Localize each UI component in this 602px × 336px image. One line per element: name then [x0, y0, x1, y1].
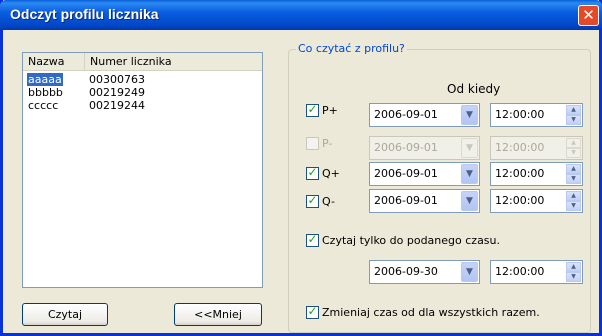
date-value: 2006-09-01: [374, 194, 438, 207]
date-picker-until[interactable]: 2006-09-30 ▼: [369, 260, 480, 284]
spin-down-icon[interactable]: ▼: [566, 115, 581, 125]
date-value: 2006-09-01: [374, 108, 438, 121]
close-icon: ✕: [582, 6, 595, 24]
time-spinner-p-minus[interactable]: 12:00:00 ▲ ▼: [490, 136, 583, 160]
dropdown-arrow-icon[interactable]: ▼: [461, 138, 478, 158]
label-p-plus: P+: [322, 104, 338, 117]
date-value: 2006-09-30: [374, 265, 438, 278]
time-value: 12:00:00: [495, 265, 545, 278]
check-mark-icon: ✓: [307, 165, 318, 179]
read-button[interactable]: Czytaj: [22, 303, 108, 326]
spin-down-icon[interactable]: ▼: [566, 148, 581, 158]
column-header-number[interactable]: Numer licznika: [85, 53, 262, 70]
from-header: Od kiedy: [447, 82, 501, 96]
time-value: 12:00:00: [495, 194, 545, 207]
list-item-name: bbbbb: [28, 86, 63, 99]
checkbox-p-minus[interactable]: [306, 137, 319, 150]
check-mark-icon: ✓: [307, 304, 318, 318]
group-title: Co czytać z profilu?: [296, 42, 407, 55]
check-mark-icon: ✓: [307, 232, 318, 246]
checkbox-q-minus[interactable]: ✓: [306, 193, 319, 208]
checkbox-q-plus[interactable]: ✓: [306, 165, 319, 180]
dropdown-arrow-icon[interactable]: ▼: [461, 191, 478, 211]
spin-up-icon[interactable]: ▲: [566, 262, 581, 272]
list-item-name: ccccc: [28, 99, 59, 112]
time-value: 12:00:00: [495, 108, 545, 121]
time-spinner-q-plus[interactable]: 12:00:00 ▲ ▼: [490, 162, 583, 186]
less-button[interactable]: <<Mniej: [174, 303, 262, 326]
list-item-number: 00300763: [89, 73, 145, 86]
time-spinner-until[interactable]: 12:00:00 ▲ ▼: [490, 260, 583, 284]
list-item[interactable]: bbbbb 00219249: [23, 86, 262, 99]
time-value: 12:00:00: [495, 141, 545, 154]
label-read-until: Czytaj tylko do podanego czasu.: [322, 234, 501, 247]
date-picker-q-plus[interactable]: 2006-09-01 ▼: [369, 162, 480, 186]
time-spinner-q-minus[interactable]: 12:00:00 ▲ ▼: [490, 189, 583, 213]
list-item-number: 00219249: [89, 86, 145, 99]
list-item-name: aaaaa: [27, 73, 63, 86]
check-mark-icon: ✓: [307, 102, 318, 116]
date-value: 2006-09-01: [374, 167, 438, 180]
label-q-minus: Q-: [322, 195, 335, 208]
label-p-minus: P-: [322, 137, 333, 150]
close-button[interactable]: ✕: [578, 5, 599, 26]
list-header: Nazwa Numer licznika: [23, 53, 262, 71]
list-item[interactable]: ccccc 00219244: [23, 99, 262, 112]
spin-up-icon[interactable]: ▲: [566, 191, 581, 201]
date-picker-p-plus[interactable]: 2006-09-01 ▼: [369, 103, 480, 127]
checkbox-read-until[interactable]: ✓: [306, 232, 319, 247]
check-mark-icon: ✓: [307, 193, 318, 207]
spin-up-icon[interactable]: ▲: [566, 105, 581, 115]
label-change-all: Zmieniaj czas od dla wszystkich razem.: [322, 306, 540, 319]
spin-up-icon[interactable]: ▲: [566, 164, 581, 174]
window-title: Odczyt profilu licznika: [10, 6, 159, 22]
label-q-plus: Q+: [322, 167, 340, 180]
column-header-name[interactable]: Nazwa: [23, 53, 85, 70]
title-bar[interactable]: Odczyt profilu licznika ✕: [0, 0, 602, 30]
dropdown-arrow-icon[interactable]: ▼: [461, 262, 478, 282]
date-value: 2006-09-01: [374, 141, 438, 154]
spin-down-icon[interactable]: ▼: [566, 272, 581, 282]
dropdown-arrow-icon[interactable]: ▼: [461, 164, 478, 184]
time-spinner-p-plus[interactable]: 12:00:00 ▲ ▼: [490, 103, 583, 127]
date-picker-q-minus[interactable]: 2006-09-01 ▼: [369, 189, 480, 213]
spin-down-icon[interactable]: ▼: [566, 201, 581, 211]
spin-down-icon[interactable]: ▼: [566, 174, 581, 184]
spin-up-icon[interactable]: ▲: [566, 138, 581, 148]
list-item[interactable]: aaaaa 00300763: [23, 73, 262, 86]
time-value: 12:00:00: [495, 167, 545, 180]
checkbox-change-all[interactable]: ✓: [306, 304, 319, 319]
date-picker-p-minus[interactable]: 2006-09-01 ▼: [369, 136, 480, 160]
checkbox-p-plus[interactable]: ✓: [306, 102, 319, 117]
dropdown-arrow-icon[interactable]: ▼: [461, 105, 478, 125]
meter-list[interactable]: Nazwa Numer licznika aaaaa 00300763 bbbb…: [22, 52, 263, 288]
list-item-number: 00219244: [89, 99, 145, 112]
